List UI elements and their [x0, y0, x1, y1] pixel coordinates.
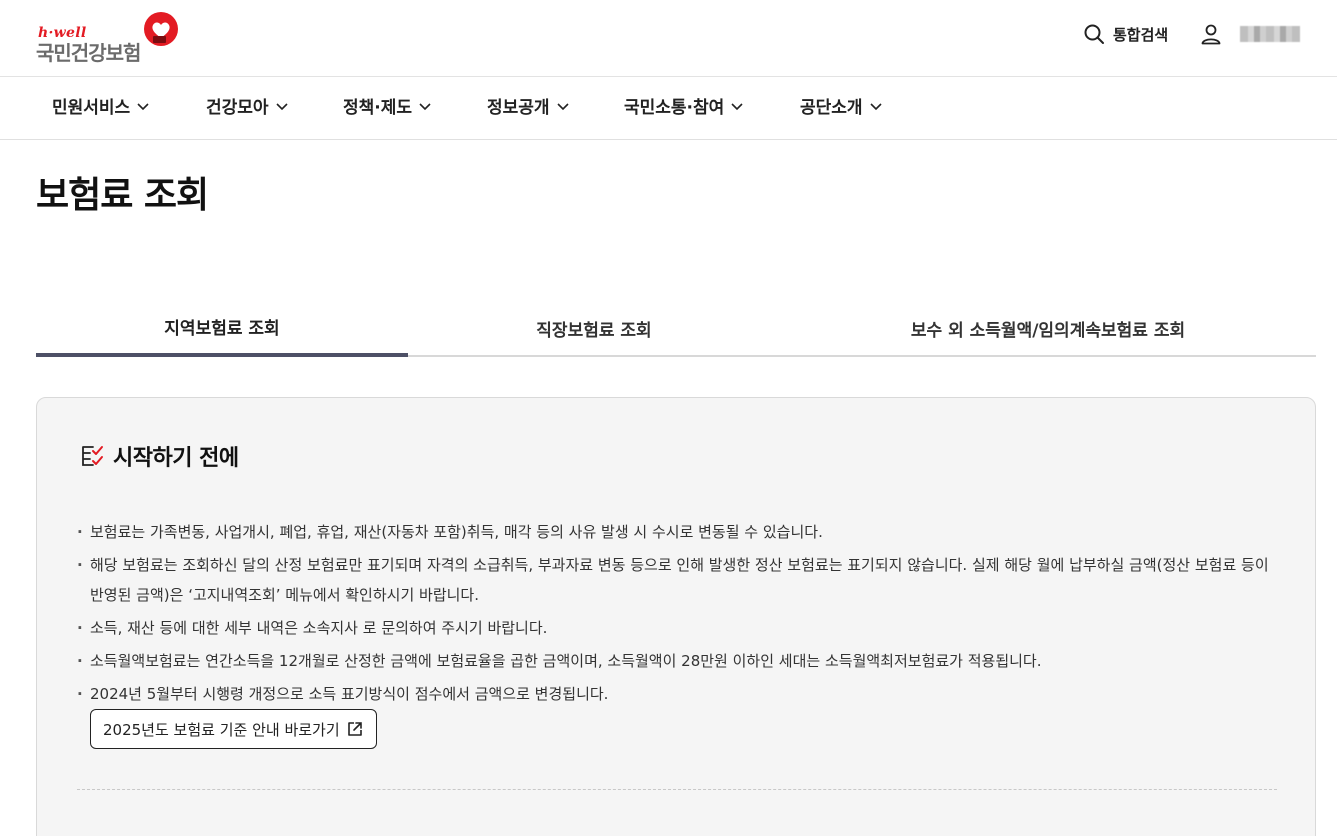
nav-label: 민원서비스	[52, 98, 131, 118]
before-start-box: 시작하기 전에 보험료는 가족변동, 사업개시, 폐업, 휴업, 재산(자동차 …	[36, 397, 1316, 836]
chevron-down-icon	[731, 102, 743, 110]
nav-about[interactable]: 공단소개	[800, 93, 883, 118]
nav-health-moa[interactable]: 건강모아	[206, 93, 289, 118]
chevron-down-icon	[275, 102, 288, 110]
search-icon	[1084, 24, 1104, 44]
external-link-icon	[347, 722, 362, 736]
chevron-down-icon	[419, 102, 431, 110]
nav-civil-service[interactable]: 민원서비스	[52, 93, 150, 118]
masked-username	[1240, 26, 1300, 42]
section-divider	[77, 789, 1277, 790]
info-title: 시작하기 전에	[113, 446, 239, 471]
tab-workplace-premium[interactable]: 직장보험료 조회	[408, 300, 780, 357]
list-item: 소득, 재산 등에 대한 세부 내역은 소속지사 로 문의하여 주시기 바랍니다…	[77, 613, 1277, 643]
nav-communication[interactable]: 국민소통·참여	[624, 93, 744, 118]
chevron-down-icon	[137, 102, 149, 110]
user-menu[interactable]	[1200, 20, 1300, 48]
tab-other-income-premium[interactable]: 보수 외 소득월액/임의계속보험료 조회	[780, 300, 1316, 357]
chevron-down-icon	[869, 102, 882, 110]
logo-text: 국민건강보험	[36, 41, 141, 65]
checklist-icon	[82, 446, 103, 466]
nav-information[interactable]: 정보공개	[487, 93, 570, 118]
insurance-tabs: 지역보험료 조회 직장보험료 조회 보수 외 소득월액/임의계속보험료 조회	[36, 300, 1316, 357]
nav-label: 건강모아	[206, 98, 269, 118]
tab-label: 지역보험료 조회	[164, 319, 280, 339]
main-nav: 민원서비스 건강모아 정책·제도 정보공개 국민소통·참여 공단소개	[0, 77, 1337, 140]
list-item: 소득월액보험료는 연간소득을 12개월로 산정한 금액에 보험료율을 곱한 금액…	[77, 646, 1277, 676]
notice-list: 보험료는 가족변동, 사업개시, 폐업, 휴업, 재산(자동차 포함)취득, 매…	[77, 517, 1277, 712]
user-icon	[1201, 24, 1221, 45]
nhis-logo[interactable]: h·well 국민건강보험	[36, 12, 186, 65]
page-title: 보험료 조회	[36, 175, 209, 216]
nav-label: 정보공개	[487, 98, 550, 118]
list-item: 2024년 5월부터 시행령 개정으로 소득 표기방식이 점수에서 금액으로 변…	[77, 679, 1277, 709]
heart-logo-icon	[144, 12, 178, 46]
list-item: 보험료는 가족변동, 사업개시, 폐업, 휴업, 재산(자동차 포함)취득, 매…	[77, 517, 1277, 547]
tab-regional-premium[interactable]: 지역보험료 조회	[36, 300, 408, 357]
guide-button-label: 2025년도 보험료 기준 안내 바로가기	[103, 720, 340, 739]
integrated-search-button[interactable]: 통합검색	[1083, 20, 1168, 48]
nav-label: 정책·제도	[343, 98, 413, 118]
info-heading: 시작하기 전에	[79, 440, 239, 472]
search-label: 통합검색	[1113, 25, 1169, 44]
tab-label: 보수 외 소득월액/임의계속보험료 조회	[910, 321, 1186, 341]
nav-policy[interactable]: 정책·제도	[343, 93, 432, 118]
nav-label: 공단소개	[800, 98, 863, 118]
nav-label: 국민소통·참여	[624, 98, 725, 118]
chevron-down-icon	[556, 102, 569, 110]
tab-label: 직장보험료 조회	[536, 321, 652, 341]
premium-guide-link-button[interactable]: 2025년도 보험료 기준 안내 바로가기	[90, 709, 377, 749]
site-header: h·well 국민건강보험 통합검색	[0, 0, 1337, 77]
list-item: 해당 보험료는 조회하신 달의 산정 보험료만 표기되며 자격의 소급취득, 부…	[77, 550, 1277, 610]
